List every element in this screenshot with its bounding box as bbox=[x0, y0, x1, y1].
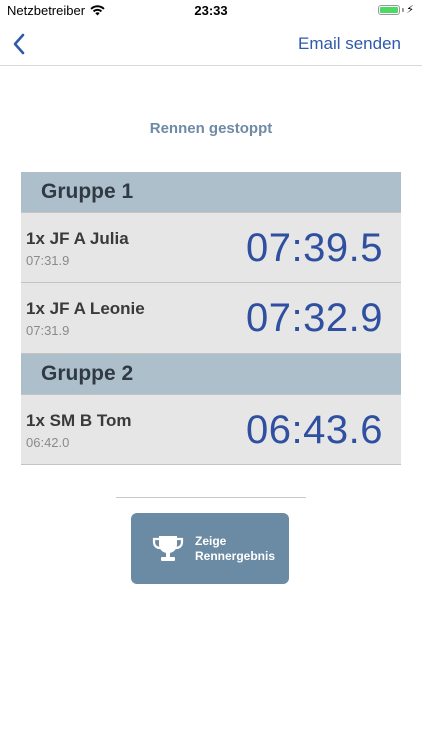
status-time: 23:33 bbox=[194, 3, 228, 18]
result-row[interactable]: 1x JF A Julia 07:31.9 07:39.5 bbox=[21, 212, 401, 283]
reference-time: 06:42.0 bbox=[26, 435, 70, 450]
back-button[interactable] bbox=[10, 31, 34, 57]
boat-name: 1x JF A Leonie bbox=[26, 299, 145, 318]
battery-icon bbox=[378, 5, 401, 15]
reference-time: 07:31.9 bbox=[26, 253, 70, 268]
screen: Netzbetreiber 23:33 ⚡ Email senden Renne… bbox=[0, 0, 422, 750]
battery-indicator: ⚡ bbox=[378, 4, 414, 16]
navigation-bar: Email senden bbox=[0, 22, 422, 66]
race-time: 07:39.5 bbox=[246, 226, 383, 270]
result-row[interactable]: 1x JF A Leonie 07:31.9 07:32.9 bbox=[21, 283, 401, 354]
show-race-result-button[interactable]: Zeige Rennergebnis bbox=[131, 513, 289, 584]
show-result-label-line2: Rennergebnis bbox=[195, 549, 276, 563]
race-status-label: Rennen gestoppt bbox=[149, 120, 273, 137]
reference-time: 07:31.9 bbox=[26, 323, 70, 338]
charging-bolt-icon: ⚡ bbox=[406, 4, 414, 16]
send-email-button[interactable]: Email senden bbox=[298, 34, 401, 54]
boat-name: 1x SM B Tom bbox=[26, 411, 132, 430]
race-time: 07:32.9 bbox=[246, 296, 383, 340]
chevron-left-icon bbox=[13, 33, 25, 55]
battery-tip bbox=[402, 8, 405, 12]
divider bbox=[116, 497, 306, 498]
trophy-icon bbox=[151, 534, 185, 564]
result-row[interactable]: 1x SM B Tom 06:42.0 06:43.6 bbox=[21, 394, 401, 465]
show-result-label-line1: Zeige bbox=[195, 534, 227, 548]
group-header: Gruppe 1 bbox=[21, 172, 401, 212]
results-table: Gruppe 1 1x JF A Julia 07:31.9 07:39.5 1… bbox=[21, 172, 401, 465]
boat-name: 1x JF A Julia bbox=[26, 229, 129, 248]
show-result-label: Zeige Rennergebnis bbox=[195, 534, 275, 564]
race-time: 06:43.6 bbox=[246, 408, 383, 452]
battery-fill bbox=[380, 7, 399, 13]
status-bar: Netzbetreiber 23:33 ⚡ bbox=[0, 0, 422, 22]
group-header: Gruppe 2 bbox=[21, 354, 401, 394]
